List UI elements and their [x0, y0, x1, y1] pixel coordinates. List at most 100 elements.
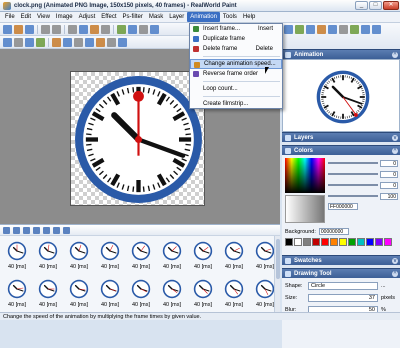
green-value[interactable]: 0: [380, 171, 398, 178]
collapse-icon[interactable]: ^: [392, 271, 398, 277]
palette-swatch[interactable]: [348, 238, 356, 246]
layout-icon[interactable]: [306, 25, 315, 34]
menu-layer[interactable]: Layer: [166, 12, 187, 22]
frame-thumbnail[interactable]: 40 [ms]: [33, 239, 63, 277]
frame-thumbnail[interactable]: 40 [ms]: [95, 239, 125, 277]
alpha-value[interactable]: 100: [380, 193, 398, 200]
blue-slider[interactable]: 0: [328, 181, 398, 189]
frame-thumbnail[interactable]: 40 [ms]: [64, 239, 94, 277]
delete-frame-icon[interactable]: [23, 227, 30, 234]
palette-swatch[interactable]: [357, 238, 365, 246]
frame-thumbnail[interactable]: 40 [ms]: [95, 277, 125, 315]
undo-icon[interactable]: [41, 25, 50, 34]
blue-value[interactable]: 0: [380, 182, 398, 189]
lasso-icon[interactable]: [36, 38, 45, 47]
redo-icon[interactable]: [52, 25, 61, 34]
animation-panel-header[interactable]: Animation^: [282, 49, 400, 59]
toggle-icon[interactable]: [63, 227, 70, 234]
frame-thumbnail[interactable]: 40 [ms]: [33, 277, 63, 315]
frame-thumbnail[interactable]: 40 [ms]: [2, 277, 32, 315]
close-button[interactable]: ✕: [383, 1, 399, 10]
shape-select[interactable]: Circle: [308, 282, 378, 290]
menu-create-filmstrip[interactable]: Create filmstrip...: [190, 99, 282, 109]
scrollbar-thumb[interactable]: [276, 239, 280, 279]
background-input[interactable]: 00000000: [319, 228, 349, 235]
red-value[interactable]: 0: [380, 160, 398, 167]
palette-swatch[interactable]: [303, 238, 311, 246]
drawing-tool-panel-header[interactable]: Drawing Tool^: [282, 268, 400, 278]
rect-select-icon[interactable]: [25, 38, 34, 47]
menu-animation[interactable]: Animation: [187, 12, 220, 22]
line-tool-icon[interactable]: [74, 38, 83, 47]
pencil-icon[interactable]: [52, 38, 61, 47]
rotate-icon[interactable]: [139, 25, 148, 34]
zoom-icon[interactable]: [150, 25, 159, 34]
layout-icon[interactable]: [295, 25, 304, 34]
menu-ps-filter[interactable]: Ps-filter: [120, 12, 146, 22]
cut-icon[interactable]: [68, 25, 77, 34]
palette-swatch[interactable]: [366, 238, 374, 246]
frames-scrollbar[interactable]: [274, 236, 280, 313]
palette-swatch[interactable]: [330, 238, 338, 246]
selection-tool-icon[interactable]: [3, 38, 12, 47]
paste-icon[interactable]: [90, 25, 99, 34]
frame-thumbnail[interactable]: 40 [ms]: [2, 239, 32, 277]
frame-properties-icon[interactable]: [33, 227, 40, 234]
menu-view[interactable]: View: [34, 12, 53, 22]
collapse-icon[interactable]: ^: [392, 148, 398, 154]
collapse-icon[interactable]: ^: [392, 52, 398, 58]
brush-icon[interactable]: [63, 38, 72, 47]
move-frame-icon[interactable]: [13, 227, 20, 234]
frame-thumbnail[interactable]: 40 [ms]: [219, 239, 249, 277]
colors-panel-header[interactable]: Colors^: [282, 145, 400, 155]
frame-thumbnail[interactable]: 40 [ms]: [126, 277, 156, 315]
menu-image[interactable]: Image: [53, 12, 76, 22]
menu-delete-frame[interactable]: Delete frameDelete: [190, 44, 282, 54]
eraser-icon[interactable]: [107, 38, 116, 47]
frame-thumbnail[interactable]: 40 [ms]: [219, 277, 249, 315]
resize-icon[interactable]: [117, 25, 126, 34]
menu-help[interactable]: Help: [240, 12, 258, 22]
menu-file[interactable]: File: [2, 12, 18, 22]
fill-tool-icon[interactable]: [96, 38, 105, 47]
menu-mask[interactable]: Mask: [146, 12, 166, 22]
size-input[interactable]: 37: [308, 294, 378, 302]
frame-thumbnail[interactable]: 40 [ms]: [188, 277, 218, 315]
red-slider[interactable]: 0: [328, 159, 398, 167]
layout-icon[interactable]: [284, 25, 293, 34]
layout-icon[interactable]: [317, 25, 326, 34]
open-folder-icon[interactable]: [14, 25, 23, 34]
layers-panel-header[interactable]: Layersv: [282, 132, 400, 142]
layout-icon[interactable]: [361, 25, 370, 34]
swatches-panel-header[interactable]: Swatchesv: [282, 255, 400, 265]
delete-icon[interactable]: [101, 25, 110, 34]
more-button[interactable]: ...: [381, 283, 397, 289]
opacity-swatch[interactable]: [285, 195, 325, 223]
new-file-icon[interactable]: [3, 25, 12, 34]
menu-loop-count[interactable]: Loop count...: [190, 84, 282, 94]
text-tool-icon[interactable]: [118, 38, 127, 47]
frame-thumbnail[interactable]: 40 [ms]: [157, 239, 187, 277]
add-frame-icon[interactable]: [3, 227, 10, 234]
layout-icon[interactable]: [339, 25, 348, 34]
color-spectrum[interactable]: [285, 158, 325, 193]
play-icon[interactable]: [43, 227, 50, 234]
frame-thumbnail[interactable]: 40 [ms]: [157, 277, 187, 315]
menu-insert-frame[interactable]: Insert frame...Insert: [190, 24, 282, 34]
frame-thumbnail[interactable]: 40 [ms]: [126, 239, 156, 277]
menu-adjust[interactable]: Adjust: [76, 12, 99, 22]
menu-duplicate-frame[interactable]: Duplicate frame: [190, 34, 282, 44]
save-icon[interactable]: [25, 25, 34, 34]
layout-icon[interactable]: [372, 25, 381, 34]
palette-swatch[interactable]: [285, 238, 293, 246]
menu-effect[interactable]: Effect: [98, 12, 119, 22]
maximize-button[interactable]: □: [369, 1, 382, 10]
image-canvas[interactable]: [70, 71, 205, 206]
minimize-button[interactable]: _: [355, 1, 368, 10]
frame-thumbnail[interactable]: 40 [ms]: [64, 277, 94, 315]
canvas-size-icon[interactable]: [128, 25, 137, 34]
palette-swatch[interactable]: [294, 238, 302, 246]
palette-swatch[interactable]: [321, 238, 329, 246]
onion-skin-icon[interactable]: [53, 227, 60, 234]
alpha-slider[interactable]: 100: [328, 192, 398, 200]
